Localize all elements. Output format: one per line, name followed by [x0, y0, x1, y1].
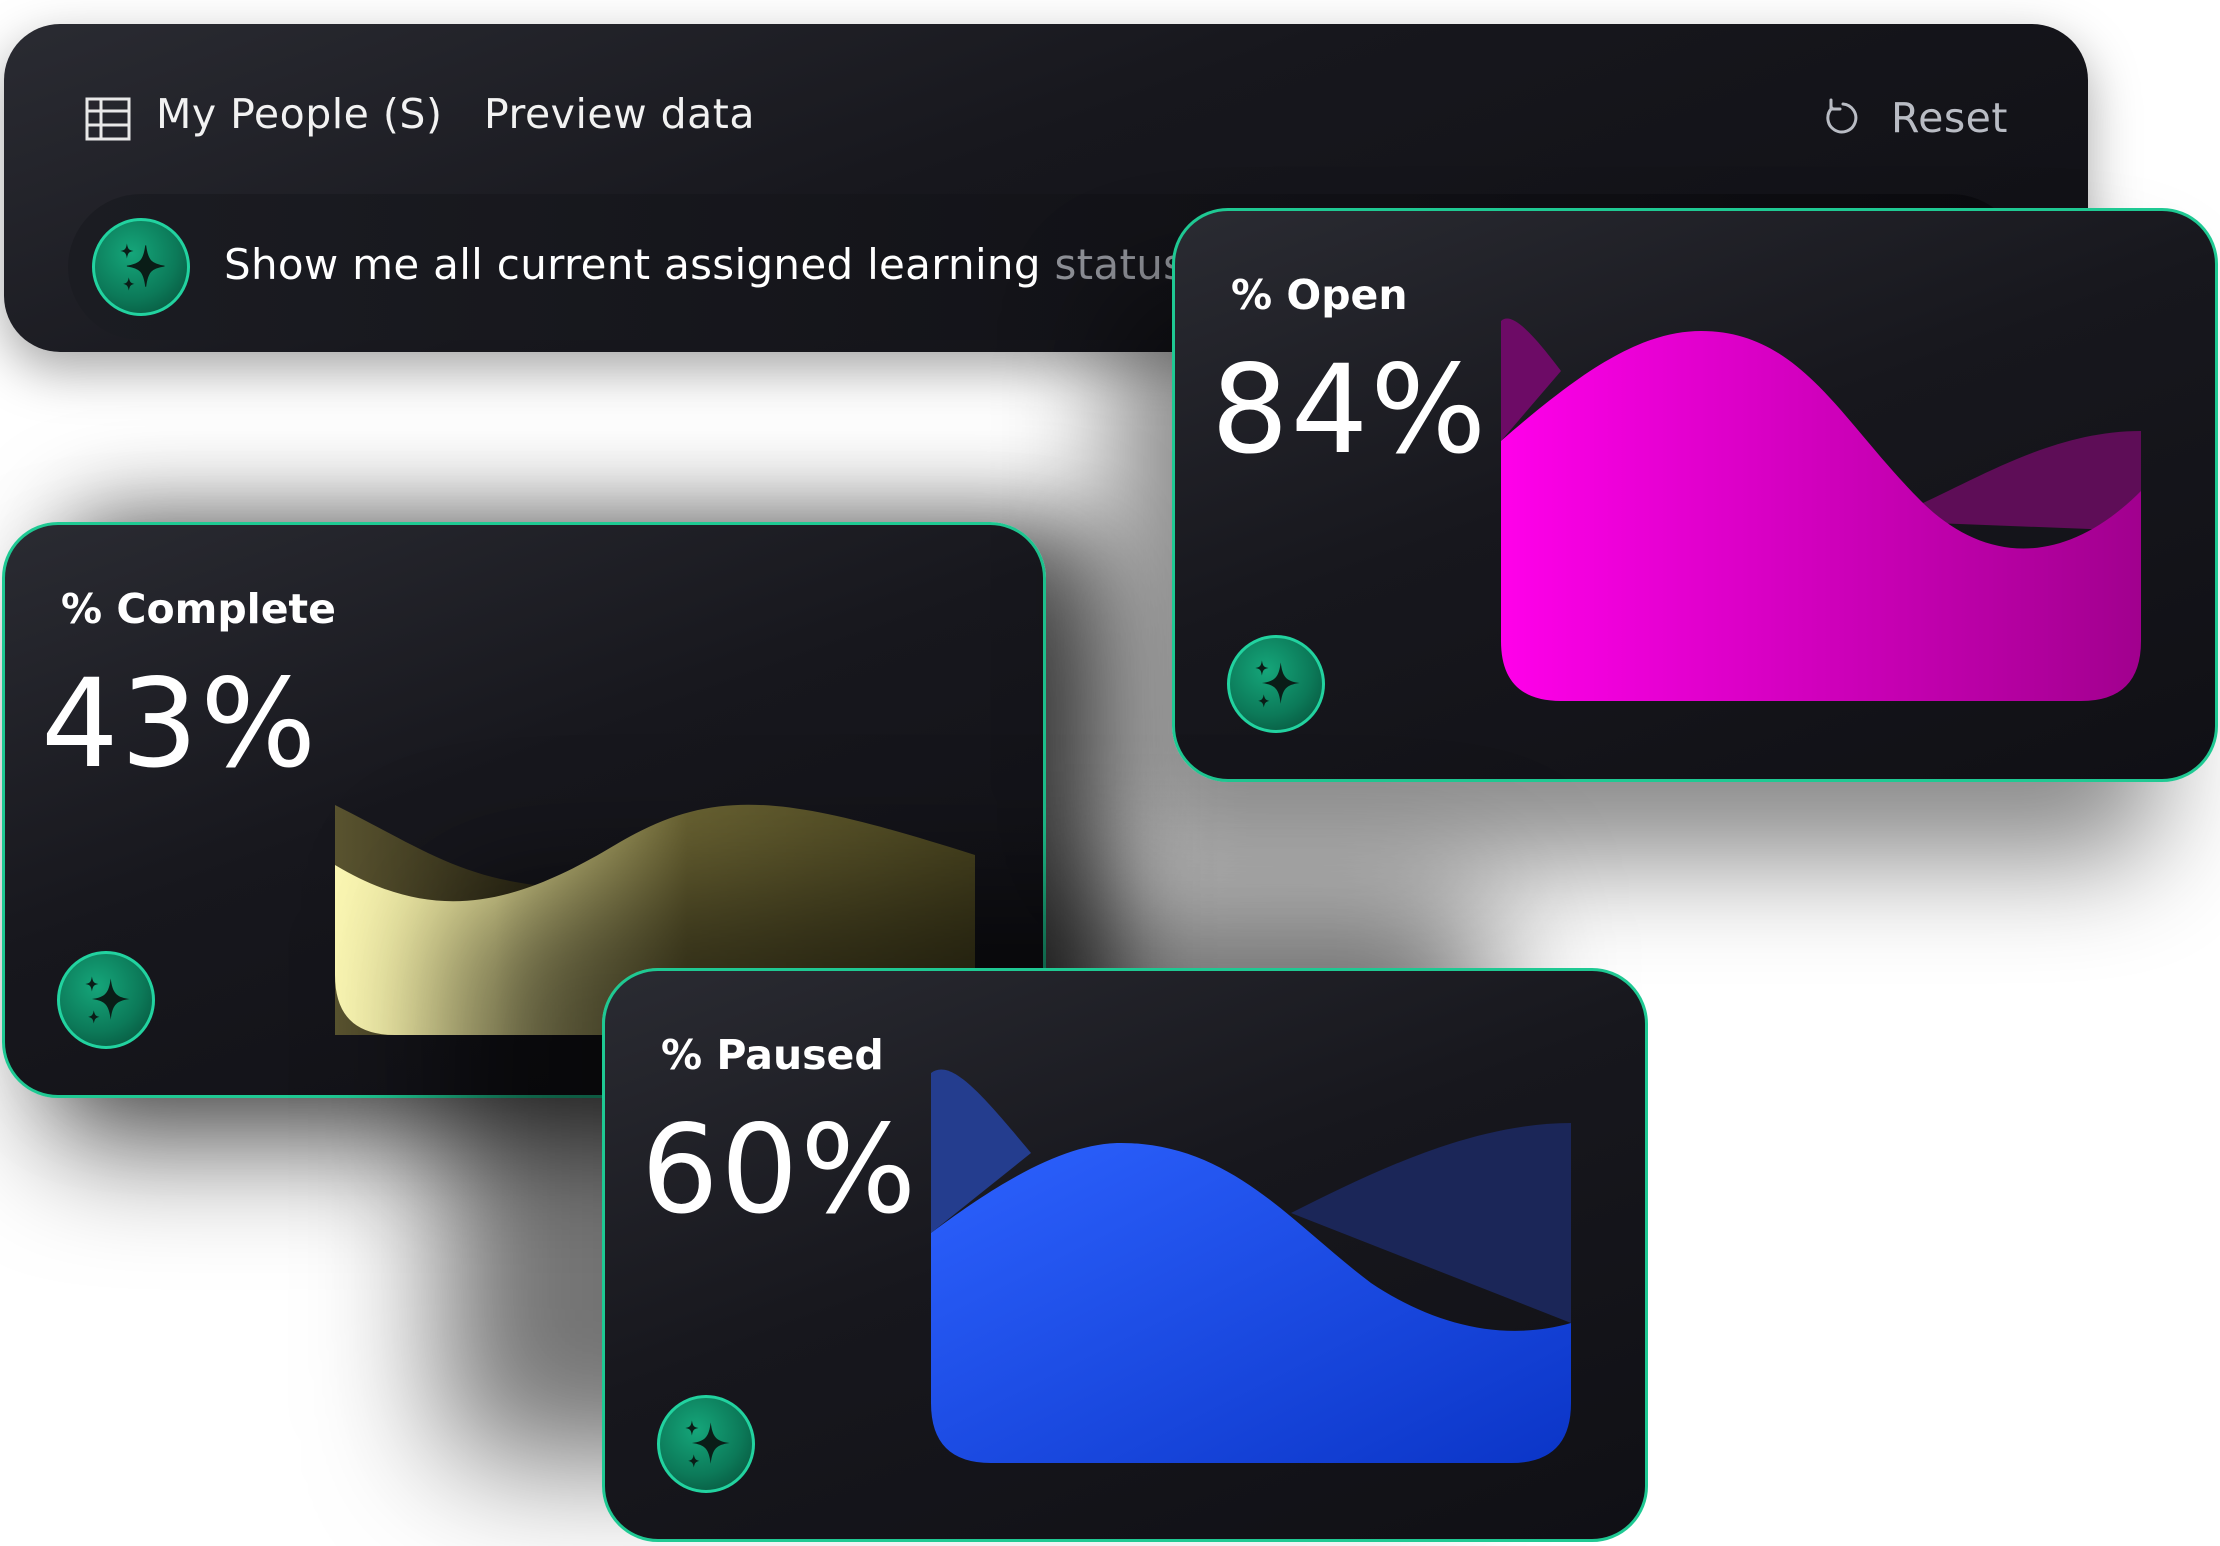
sparkle-ai-icon[interactable] [1227, 635, 1325, 733]
metric-card-open: % Open 84% [1172, 208, 2218, 782]
reset-button[interactable]: Reset [1821, 88, 2008, 148]
metric-label: % Complete [61, 585, 336, 633]
preview-data-link[interactable]: Preview data [484, 90, 755, 138]
table-grid-icon [85, 97, 131, 141]
reset-label: Reset [1890, 94, 2008, 142]
metric-card-paused: % Paused 60% [602, 968, 1648, 1542]
query-text-main: Show me all current assigned learning [224, 240, 1041, 289]
dataset-title: My People (S) [156, 90, 443, 138]
query-text[interactable]: Show me all current assigned learning st… [224, 240, 1199, 289]
area-wave-graphic [1501, 318, 2141, 701]
metric-value: 60% [641, 1099, 919, 1241]
sparkle-ai-icon[interactable] [92, 218, 190, 316]
sparkle-ai-icon[interactable] [57, 951, 155, 1049]
query-panel-header: My People (S) Preview data Reset [4, 24, 2088, 164]
reset-rotate-icon [1826, 98, 1858, 134]
area-wave-graphic [931, 1069, 1571, 1463]
sparkle-ai-icon[interactable] [657, 1395, 755, 1493]
metric-label: % Paused [661, 1031, 884, 1079]
metric-label: % Open [1231, 271, 1408, 319]
metric-value: 43% [41, 653, 319, 795]
metric-value: 84% [1211, 339, 1489, 481]
